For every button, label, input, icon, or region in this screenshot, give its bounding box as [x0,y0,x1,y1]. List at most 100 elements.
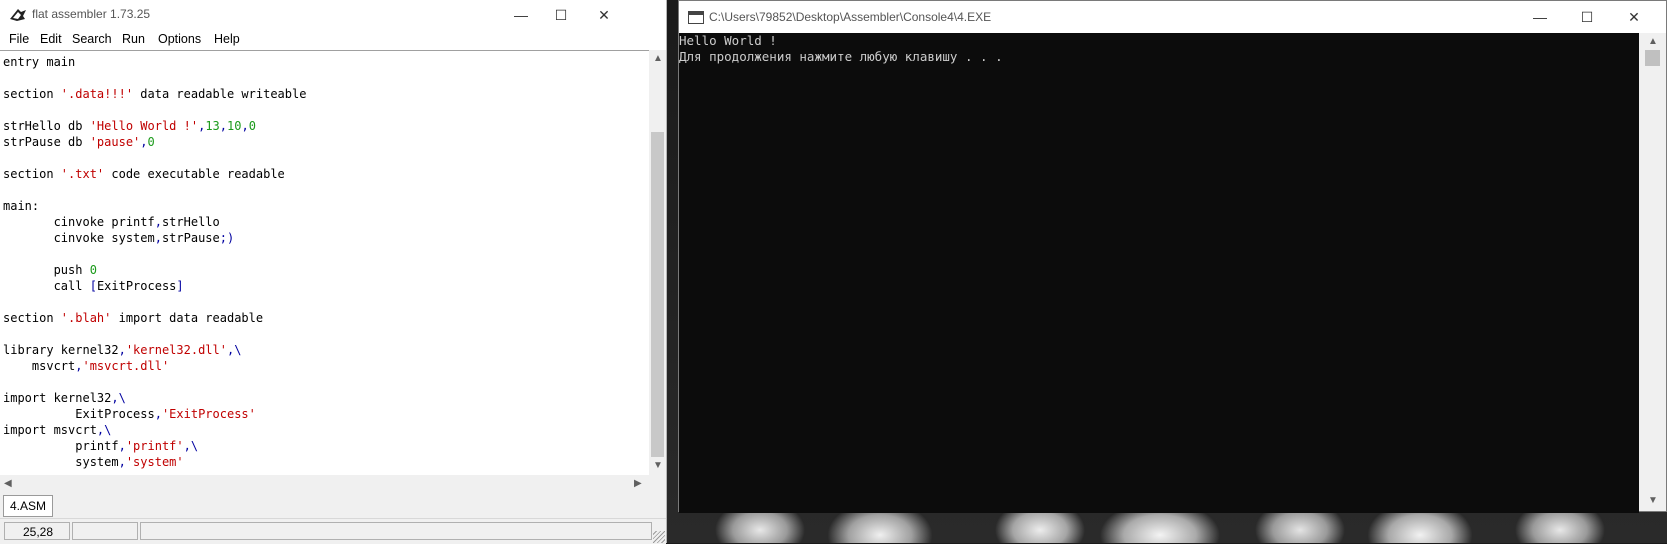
code-token: cinvoke printf [3,215,155,229]
close-icon: ✕ [598,6,610,23]
code-token: library kernel32 [3,343,119,357]
scroll-down-icon[interactable]: ▼ [653,460,663,471]
code-token: import data readable [111,311,264,325]
code-token: , [241,119,249,133]
code-token: printf [3,439,119,453]
code-line[interactable]: main: [3,198,39,214]
code-line[interactable]: push 0 [3,262,97,278]
file-tab-strip: 4.ASM [0,492,666,518]
code-line[interactable]: cinvoke system,strPause;) [3,230,235,246]
menu-file[interactable]: File [9,32,29,46]
console-app-icon [688,11,704,24]
menu-search[interactable]: Search [72,32,112,46]
fasm-titlebar[interactable]: flat assembler 1.73.25 — ☐ ✕ [0,0,666,30]
code-line[interactable]: printf,'printf',\ [3,438,198,454]
maximize-icon: ☐ [554,6,568,23]
menu-help[interactable]: Help [214,32,240,46]
scroll-up-icon[interactable]: ▲ [653,53,663,64]
code-token: '.data!!!' [60,87,134,101]
code-token: 10 [227,119,242,133]
scroll-down-icon[interactable]: ▼ [1648,495,1658,506]
close-button[interactable]: ✕ [581,0,627,30]
code-line[interactable]: entry main [3,54,75,70]
code-token: ,\ [226,343,242,357]
status-cell-3 [140,522,652,540]
code-token: push [3,263,90,277]
code-token: , [154,231,162,245]
code-line[interactable]: msvcrt,'msvcrt.dll' [3,358,169,374]
code-line[interactable]: strPause db 'pause',0 [3,134,155,150]
code-token: 'system' [125,455,184,469]
fasm-window: flat assembler 1.73.25 — ☐ ✕ File Edit S… [0,0,667,544]
fasm-window-title: flat assembler 1.73.25 [32,7,151,21]
code-token: '.txt' [60,167,105,181]
code-line[interactable]: call [ExitProcess] [3,278,184,294]
code-token: , [140,135,148,149]
code-token: section [3,311,61,325]
console-close-button[interactable]: ✕ [1611,2,1657,32]
code-line[interactable]: ExitProcess,'ExitProcess' [3,406,256,422]
code-token: strPause db [3,135,90,149]
code-token: import kernel32 [3,391,112,405]
code-token: strPause [161,231,220,245]
code-token: 'ExitProcess' [161,407,256,421]
code-token: 0 [147,135,155,149]
code-token: 'Hello World !' [89,119,199,133]
code-line[interactable]: strHello db 'Hello World !',13,10,0 [3,118,256,134]
code-line[interactable]: system,'system' [3,454,184,470]
scroll-up-icon[interactable]: ▲ [1648,36,1658,47]
editor-vertical-scrollbar[interactable]: ▲ ▼ [649,50,666,475]
code-token: ] [176,279,184,293]
scroll-left-icon[interactable]: ◀ [4,478,12,489]
code-token: , [154,407,162,421]
code-token: ExitProcess [96,279,177,293]
code-line[interactable]: section '.data!!!' data readable writeab… [3,86,306,102]
menu-bar: File Edit Search Run Options Help [0,30,666,50]
close-icon: ✕ [1628,8,1640,25]
code-token: main: [3,199,40,213]
code-token: entry main [3,55,76,69]
code-token: , [219,119,227,133]
menu-options[interactable]: Options [158,32,201,46]
code-token: ,\ [183,439,199,453]
console-minimize-button[interactable]: — [1517,2,1563,32]
code-token: call [3,279,90,293]
menu-run[interactable]: Run [122,32,145,46]
code-editor[interactable]: entry main section '.data!!!' data readab… [0,50,649,476]
console-scroll-thumb[interactable] [1645,50,1660,66]
code-line[interactable]: import kernel32,\ [3,390,126,406]
code-token: msvcrt [3,359,76,373]
code-token: 0 [89,263,97,277]
console-line-1: Hello World ! [679,33,777,48]
menu-edit[interactable]: Edit [40,32,62,46]
resize-grip-icon[interactable] [653,531,665,543]
console-maximize-button[interactable]: ☐ [1564,2,1610,32]
status-cell-2 [72,522,138,540]
code-token: system [3,455,119,469]
scroll-right-icon[interactable]: ▶ [634,478,642,489]
editor-scroll-thumb[interactable] [651,132,664,457]
console-vertical-scrollbar[interactable]: ▲ ▼ [1639,33,1666,511]
code-token: , [118,455,126,469]
code-token: 'kernel32.dll' [125,343,227,357]
code-line[interactable]: section '.txt' code executable readable [3,166,285,182]
code-token: code executable readable [104,167,285,181]
code-token: 'pause' [89,135,141,149]
maximize-button[interactable]: ☐ [538,0,584,30]
console-output[interactable]: Hello World ! Для продолжения нажмите лю… [679,33,1639,513]
editor-horizontal-scrollbar[interactable]: ◀ ▶ [0,475,649,492]
code-line[interactable]: cinvoke printf,strHello [3,214,220,230]
code-line[interactable]: library kernel32,'kernel32.dll',\ [3,342,241,358]
file-tab-4asm[interactable]: 4.ASM [3,495,53,517]
scrollbar-corner [649,475,666,492]
fasm-app-icon [10,9,26,21]
console-window: C:\Users\79852\Desktop\Assembler\Console… [678,0,1667,513]
maximize-icon: ☐ [1580,8,1594,25]
code-token: ,\ [111,391,126,405]
console-titlebar[interactable]: C:\Users\79852\Desktop\Assembler\Console… [679,1,1666,33]
code-line[interactable]: import msvcrt,\ [3,422,111,438]
code-token: strHello db [3,119,90,133]
code-token: 13 [205,119,220,133]
code-token: section [3,87,61,101]
code-line[interactable]: section '.blah' import data readable [3,310,263,326]
